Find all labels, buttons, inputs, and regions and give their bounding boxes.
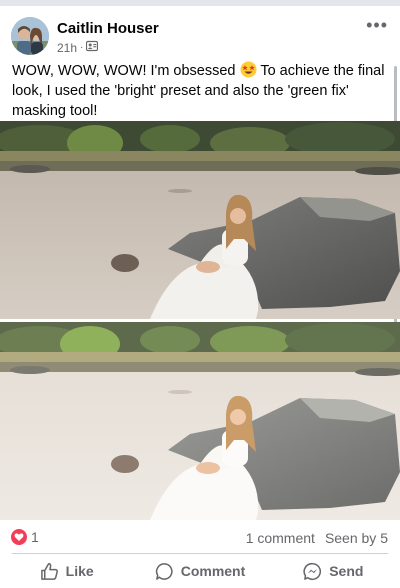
post-meta: 21h · [57,40,99,55]
post-stats: 1 1 comment Seen by 5 [0,525,400,551]
comment-count[interactable]: 1 comment [246,530,315,546]
comment-button[interactable]: Comment [133,556,266,586]
engagement-counts: 1 comment Seen by 5 [246,530,388,546]
heart-icon [11,529,27,545]
reactions-summary[interactable]: 1 [11,529,39,545]
seen-by[interactable]: Seen by 5 [325,530,388,546]
author-name[interactable]: Caitlin Houser [57,20,159,37]
comment-icon [155,562,174,581]
send-label: Send [329,563,364,579]
after-photo[interactable] [0,322,400,520]
more-options-icon[interactable]: ••• [366,16,388,34]
comment-label: Comment [180,563,246,579]
reaction-count: 1 [31,529,39,545]
avatar[interactable] [11,17,49,55]
star-struck-emoji-icon [240,61,257,78]
post-text: WOW, WOW, WOW! I'm obsessed To achieve t… [12,61,390,121]
post-text-part1: WOW, WOW, WOW! I'm obsessed [12,63,236,79]
before-photo[interactable] [0,121,400,319]
messenger-icon [303,562,322,581]
post-time[interactable]: 21h [57,41,77,55]
meta-separator: · [80,42,84,53]
friends-privacy-icon [86,40,99,55]
like-button[interactable]: Like [0,556,133,586]
send-button[interactable]: Send [267,556,400,586]
like-label: Like [65,563,94,579]
post-header: Caitlin Houser 21h · ••• [0,6,400,58]
like-icon [40,562,59,581]
action-bar: Like Comment Send [0,556,400,586]
divider [12,553,388,554]
